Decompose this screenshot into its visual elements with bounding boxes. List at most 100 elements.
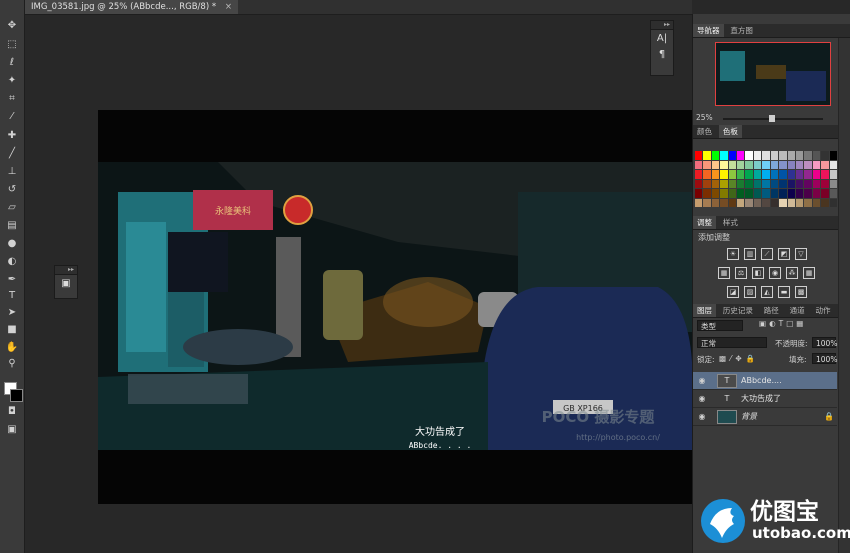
- move-tool-icon[interactable]: ✥: [3, 18, 21, 33]
- tab-paths[interactable]: 路径: [760, 304, 783, 317]
- tab-actions[interactable]: 动作: [812, 304, 835, 317]
- swatch[interactable]: [829, 179, 837, 188]
- swatch[interactable]: [720, 151, 728, 160]
- screen-mode-icon[interactable]: ▣: [3, 422, 21, 437]
- hue-icon[interactable]: ▦: [718, 267, 730, 279]
- swatch[interactable]: [703, 160, 711, 169]
- swatch[interactable]: [728, 151, 737, 160]
- swatch[interactable]: [753, 151, 762, 160]
- background-color-swatch[interactable]: [10, 389, 23, 402]
- black-white-icon[interactable]: ◧: [752, 267, 764, 279]
- layer-row[interactable]: ◉ T 大功告成了: [693, 390, 837, 408]
- swatch[interactable]: [779, 198, 787, 207]
- lock-icons[interactable]: ▩⁄✥🔒: [719, 354, 759, 363]
- channel-mixer-icon[interactable]: ⁂: [786, 267, 798, 279]
- layer-filter-icons[interactable]: ▣◐T□▦: [759, 319, 806, 328]
- swatch[interactable]: [753, 170, 762, 179]
- swatch[interactable]: [829, 151, 837, 160]
- vibrance-icon[interactable]: ▽: [795, 248, 807, 260]
- layer-name[interactable]: 背景: [741, 408, 757, 425]
- swatch[interactable]: [829, 170, 837, 179]
- close-icon[interactable]: ×: [225, 2, 232, 12]
- tab-swatches[interactable]: 色板: [718, 125, 742, 138]
- swatch[interactable]: [762, 189, 770, 198]
- swatch[interactable]: [711, 160, 720, 169]
- zoom-slider-handle[interactable]: [769, 115, 775, 122]
- swatch[interactable]: [821, 198, 829, 207]
- swatch[interactable]: [779, 160, 787, 169]
- swatch[interactable]: [821, 170, 829, 179]
- swatch[interactable]: [703, 189, 711, 198]
- eye-icon[interactable]: ◉: [697, 390, 707, 407]
- tab-adjustments[interactable]: 调整: [693, 216, 716, 229]
- swatch[interactable]: [804, 151, 812, 160]
- swatch[interactable]: [787, 198, 795, 207]
- navigator-zoom[interactable]: 25%: [696, 113, 713, 122]
- swatch[interactable]: [770, 170, 779, 179]
- exposure-icon[interactable]: ◩: [778, 248, 790, 260]
- swatch[interactable]: [770, 189, 779, 198]
- swatch[interactable]: [737, 179, 745, 188]
- swatch[interactable]: [770, 198, 779, 207]
- curves-icon[interactable]: ⟋: [761, 248, 773, 260]
- fill-input[interactable]: 100%: [812, 353, 837, 364]
- swatch[interactable]: [804, 179, 812, 188]
- swatch[interactable]: [720, 170, 728, 179]
- swatch[interactable]: [787, 170, 795, 179]
- swatch[interactable]: [821, 160, 829, 169]
- swatch[interactable]: [737, 151, 745, 160]
- shape-tool-icon[interactable]: ■: [3, 322, 21, 337]
- swatch[interactable]: [795, 189, 804, 198]
- swatch[interactable]: [821, 189, 829, 198]
- swatch[interactable]: [720, 189, 728, 198]
- history-brush-tool-icon[interactable]: ↺: [3, 182, 21, 197]
- tab-styles[interactable]: 样式: [719, 216, 742, 229]
- color-lookup-icon[interactable]: ▦: [803, 267, 815, 279]
- swatch-grid[interactable]: [695, 151, 837, 207]
- quick-mask-icon[interactable]: ◘: [3, 404, 21, 419]
- swatch[interactable]: [745, 160, 753, 169]
- hand-tool-icon[interactable]: ✋: [3, 340, 21, 355]
- swatch[interactable]: [737, 160, 745, 169]
- swatch[interactable]: [762, 170, 770, 179]
- paragraph-icon[interactable]: ¶: [654, 48, 670, 62]
- swatch[interactable]: [812, 170, 821, 179]
- swatch[interactable]: [779, 189, 787, 198]
- selective-color-icon[interactable]: ▩: [795, 286, 807, 298]
- panel-collapse-icon[interactable]: ▸▸: [55, 266, 77, 275]
- threshold-icon[interactable]: ◭: [761, 286, 773, 298]
- swatch[interactable]: [795, 160, 804, 169]
- swatch[interactable]: [812, 179, 821, 188]
- posterize-icon[interactable]: ▨: [744, 286, 756, 298]
- stamp-tool-icon[interactable]: ⊥: [3, 164, 21, 179]
- swatch[interactable]: [745, 179, 753, 188]
- swatch[interactable]: [821, 179, 829, 188]
- dock-scrollbar[interactable]: [838, 38, 850, 553]
- swatch[interactable]: [703, 151, 711, 160]
- crop-tool-icon[interactable]: ⌗: [3, 91, 21, 106]
- blend-mode-select[interactable]: 正常: [697, 337, 767, 348]
- swatch[interactable]: [795, 179, 804, 188]
- swatch[interactable]: [737, 189, 745, 198]
- swatch[interactable]: [829, 189, 837, 198]
- healing-tool-icon[interactable]: ✚: [3, 128, 21, 143]
- levels-icon[interactable]: ▥: [744, 248, 756, 260]
- swatch[interactable]: [812, 160, 821, 169]
- tab-channels[interactable]: 通道: [786, 304, 809, 317]
- swatch[interactable]: [720, 160, 728, 169]
- swatch[interactable]: [703, 179, 711, 188]
- layer-name[interactable]: 大功告成了: [741, 390, 781, 407]
- swatch[interactable]: [720, 179, 728, 188]
- brightness-icon[interactable]: ☀: [727, 248, 739, 260]
- info-icon[interactable]: ▣: [58, 277, 74, 291]
- swatch[interactable]: [703, 170, 711, 179]
- swatch[interactable]: [779, 179, 787, 188]
- swatch[interactable]: [770, 151, 779, 160]
- eye-icon[interactable]: ◉: [697, 408, 707, 425]
- swatch[interactable]: [812, 189, 821, 198]
- invert-icon[interactable]: ◪: [727, 286, 739, 298]
- tab-layers[interactable]: 图层: [693, 304, 716, 317]
- eyedropper-tool-icon[interactable]: ⁄: [3, 109, 21, 124]
- swatch[interactable]: [753, 160, 762, 169]
- layer-name[interactable]: ABbcde....: [741, 372, 782, 389]
